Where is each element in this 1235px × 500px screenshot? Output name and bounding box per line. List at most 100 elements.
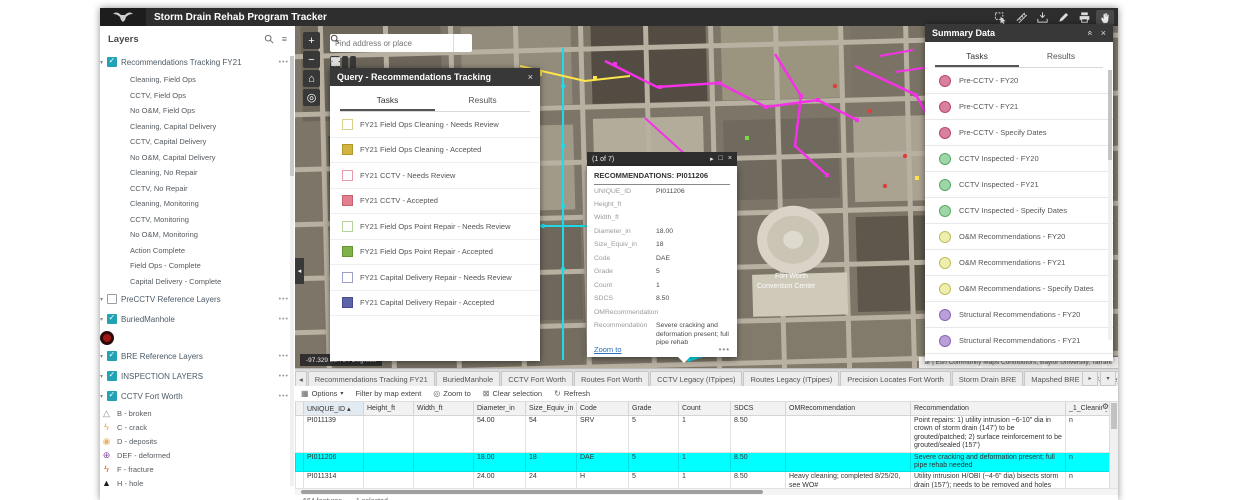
col-diameter[interactable]: Diameter_in [474,402,526,416]
layer-item[interactable]: ▾ Cleaning, Capital Delivery ••• [100,119,295,135]
col-count[interactable]: Count [679,402,731,416]
zoom-out-button[interactable]: − [303,51,320,68]
col-code[interactable]: Code [577,402,629,416]
col-recommendation[interactable]: Recommendation [911,402,1066,416]
layer-item[interactable]: ▾ BRE Reference Layers ••• [100,346,295,366]
layer-item[interactable]: ▾ CCTV, No Repair ••• [100,181,295,197]
layer-item[interactable]: ▾ Cleaning, Field Ops ••• [100,72,295,88]
table-row[interactable]: PI011314 24.00 24H 51 8.50Heavy cleaning… [296,472,1111,488]
layer-menu-icon[interactable]: ••• [279,373,289,380]
query-task[interactable]: FY21 CCTV - Needs Review [330,163,540,189]
col-unique-id[interactable]: UNIQUE_ID ▴ [304,402,364,416]
close-icon[interactable]: × [1101,28,1106,38]
table-tab[interactable]: Mapshed BRE [1024,371,1086,386]
layer-item[interactable]: ▾ BuriedManhole ••• [100,309,295,329]
expand-caret-icon[interactable]: ▾ [100,393,103,400]
expand-caret-icon[interactable]: ▾ [100,373,103,380]
zoom-in-button[interactable]: + [303,32,320,49]
layer-checkbox[interactable] [107,314,117,324]
tabs-next-icon[interactable]: ▸ [1082,371,1098,386]
layer-item[interactable]: ▾ ◉ D - deposits ••• [100,434,295,448]
table-tab[interactable]: Recommendations Tracking FY21 [308,371,435,386]
summary-task[interactable]: Pre-CCTV - FY20 [925,68,1113,94]
query-task[interactable]: FY21 Capital Delivery Repair - Needs Rev… [330,265,540,291]
summary-task[interactable]: Pre-CCTV - FY21 [925,94,1113,120]
layer-item[interactable]: ▾ No O&M, Monitoring ••• [100,227,295,243]
query-task[interactable]: FY21 Field Ops Cleaning - Needs Review [330,112,540,138]
table-horizontal-scrollbar[interactable] [295,488,1118,495]
select-icon[interactable] [991,10,1009,25]
layer-menu-icon[interactable]: ••• [279,59,289,66]
layer-item[interactable]: ▾ Action Complete ••• [100,243,295,259]
summary-task[interactable]: Structural Recommendations - FY20 [925,302,1113,328]
panel-collapse-arrow[interactable]: ◂ [295,258,304,284]
tab-results[interactable]: Results [1019,46,1103,67]
add-data-icon[interactable] [1033,10,1051,25]
table-tab[interactable]: Routes Legacy (ITpipes) [743,371,839,386]
tab-tasks[interactable]: Tasks [935,46,1019,67]
filter-layers-icon[interactable]: ≡ [282,34,287,44]
maximize-icon[interactable]: □ [719,155,723,163]
draw-icon[interactable] [1054,10,1072,25]
query-task[interactable]: FY21 CCTV - Accepted [330,189,540,215]
layer-menu-icon[interactable]: ••• [279,296,289,303]
summary-task[interactable]: O&M Recommendations - FY21 [925,250,1113,276]
layer-item[interactable]: ▾ Capital Delivery - Complete ••• [100,274,295,290]
layer-item[interactable]: ▾ △ B - broken ••• [100,406,295,420]
collapse-icon[interactable]: « [1085,30,1095,35]
table-tab[interactable]: Precision Locates Fort Worth [840,371,951,386]
summary-task[interactable]: CCTV Inspected - Specify Dates [925,198,1113,224]
layers-scrollbar[interactable] [290,56,294,486]
col-size-equiv[interactable]: Size_Equiv_in [526,402,577,416]
table-vertical-scrollbar[interactable] [1109,402,1118,488]
layer-item[interactable]: ▾ ϟ C - crack ••• [100,420,295,434]
table-tab[interactable]: Storm Drain BRE [952,371,1024,386]
tabs-scroll-left-icon[interactable]: ◂ [295,371,307,386]
layer-checkbox[interactable] [107,351,117,361]
clear-selection-button[interactable]: ⊠Clear selection [483,389,542,398]
table-row-selected[interactable]: PI011206 18.00 18DAE 51 8.50 Severe crac… [296,452,1111,472]
close-icon[interactable]: × [528,72,533,82]
summary-task[interactable]: O&M Recommendations - Specify Dates [925,276,1113,302]
layer-item[interactable]: ▾ INSPECTION LAYERS ••• [100,366,295,386]
table-tab[interactable]: Routes Fort Worth [574,371,649,386]
table-tab[interactable]: CCTV Fort Worth [501,371,573,386]
query-task[interactable]: FY21 Field Ops Point Repair - Accepted [330,240,540,266]
table-tab[interactable]: BuriedManhole [436,371,500,386]
filter-by-extent-button[interactable]: Filter by map extent [355,389,421,398]
layer-menu-icon[interactable]: ••• [279,316,289,323]
layer-menu-icon[interactable]: ••• [279,353,289,360]
print-icon[interactable] [1075,10,1093,25]
layer-item[interactable]: ▾ ⊕ DEF - deformed ••• [100,448,295,462]
layer-checkbox[interactable] [107,371,117,381]
layer-item[interactable]: ▾ ϟ F - fracture ••• [100,462,295,476]
layer-item[interactable]: ▾ No O&M, Field Ops ••• [100,103,295,119]
summary-task[interactable]: Structural Recommendations - FY21 [925,328,1113,354]
layer-checkbox[interactable] [107,294,117,304]
layer-item[interactable]: ▾ CCTV, Capital Delivery ••• [100,134,295,150]
layer-item[interactable]: ▾ Recommendations Tracking FY21 ••• [100,52,295,72]
column-settings-gear-icon[interactable]: ⚙ [1102,402,1109,411]
layer-item[interactable]: ▾ CCTV Fort Worth ••• [100,386,295,406]
col-omrecommendation[interactable]: OMRecommendation [786,402,911,416]
layer-item[interactable]: ▾ ▲ H - hole ••• [100,476,295,490]
search-layers-icon[interactable] [264,34,274,44]
popup-more-icon[interactable]: ••• [719,345,730,354]
tabs-menu-icon[interactable]: ▾ [1100,371,1116,386]
tab-results[interactable]: Results [435,90,530,111]
col-sdcs[interactable]: SDCS [731,402,786,416]
home-button[interactable]: ⌂ [303,70,320,87]
layer-item[interactable]: ▾ Cleaning, Monitoring ••• [100,196,295,212]
table-row[interactable]: PI011139 54.00 54SRV 51 8.50 Point repai… [296,416,1111,453]
address-search[interactable] [330,34,472,52]
expand-caret-icon[interactable]: ▾ [100,59,103,66]
locate-button[interactable]: ◎ [303,89,320,106]
col-height[interactable]: Height_ft [364,402,414,416]
expand-caret-icon[interactable]: ▾ [100,353,103,360]
zoom-to-button[interactable]: ◎Zoom to [433,389,471,398]
pan-icon[interactable] [1096,10,1114,25]
query-task[interactable]: FY21 Capital Delivery Repair - Accepted [330,291,540,317]
refresh-button[interactable]: ↻Refresh [554,389,590,398]
search-input[interactable] [330,39,453,48]
layer-checkbox[interactable] [107,57,117,67]
